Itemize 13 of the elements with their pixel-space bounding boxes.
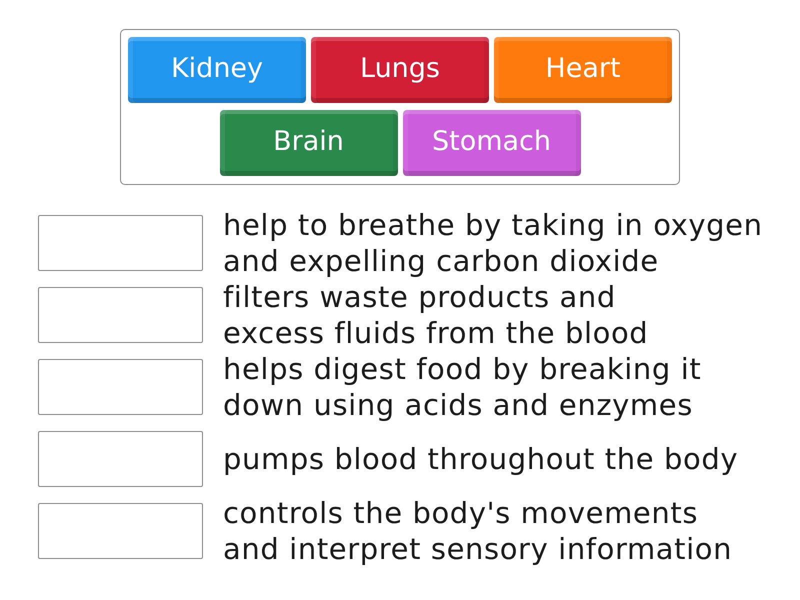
answer-box[interactable] — [38, 359, 203, 415]
clue-text: pumps blood throughout the body — [223, 441, 738, 477]
answer-box[interactable] — [38, 287, 203, 343]
answer-box[interactable] — [38, 431, 203, 487]
answer-tile[interactable]: Stomach — [402, 110, 580, 176]
answer-tile[interactable]: Kidney — [128, 37, 306, 103]
clue-text: controls the body's movements and interpret sensory information — [223, 495, 732, 567]
clue-text: helps digest food by breaking it down using acids and enzymes — [223, 351, 702, 423]
answer-tile[interactable]: Lungs — [311, 37, 489, 103]
answer-tile[interactable]: Brain — [220, 110, 398, 176]
answer-tile[interactable]: Heart — [494, 37, 672, 103]
answer-box[interactable] — [38, 503, 203, 559]
answer-box[interactable] — [38, 215, 203, 271]
